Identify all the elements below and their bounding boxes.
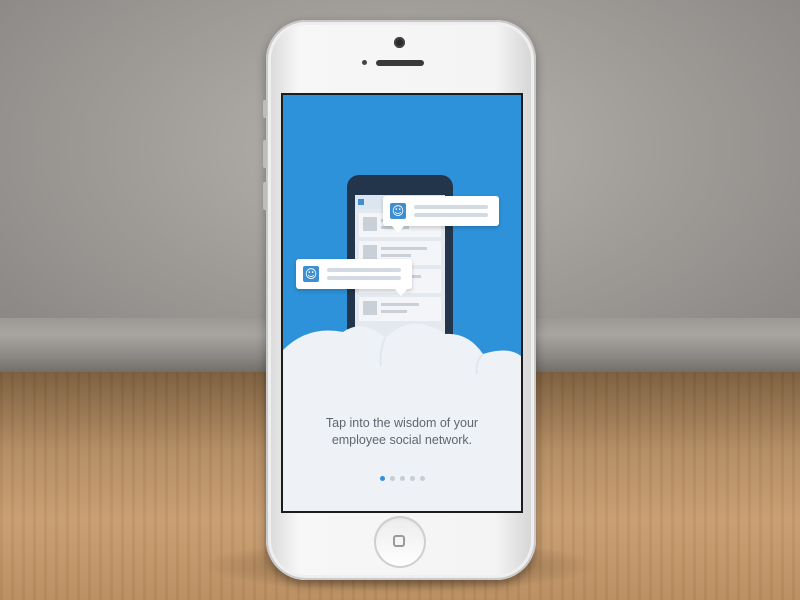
chat-bubble-tail bbox=[394, 288, 408, 296]
chat-bubble: ☺ bbox=[383, 196, 499, 233]
illustration-avatar-placeholder bbox=[363, 245, 377, 259]
proximity-sensor bbox=[362, 60, 367, 65]
chat-text-line bbox=[327, 276, 401, 280]
mute-switch bbox=[263, 100, 267, 118]
illustration-text-line bbox=[381, 303, 419, 306]
app-screen: ☺ ☺ Tap into the wisdom of your employee… bbox=[281, 93, 523, 513]
chat-bubble: ☺ bbox=[296, 259, 412, 296]
tagline-line-1: Tap into the wisdom of your bbox=[325, 416, 479, 430]
smiley-icon: ☺ bbox=[303, 266, 319, 282]
page-indicator[interactable] bbox=[283, 476, 521, 481]
illustration-text-line bbox=[381, 254, 411, 257]
illustration-text-line bbox=[381, 310, 407, 313]
earpiece-speaker bbox=[376, 60, 424, 66]
volume-up-button bbox=[263, 140, 267, 168]
home-square-icon bbox=[393, 535, 405, 547]
illustration-avatar-placeholder bbox=[363, 301, 377, 315]
page-dot-1[interactable] bbox=[379, 476, 385, 481]
chat-text-line bbox=[327, 268, 401, 272]
chat-text-line bbox=[414, 213, 488, 217]
page-dot-5[interactable] bbox=[419, 476, 425, 481]
onboarding-tagline: Tap into the wisdom of your employee soc… bbox=[283, 415, 521, 449]
phone-device: ☺ ☺ Tap into the wisdom of your employee… bbox=[263, 20, 536, 580]
smiley-icon: ☺ bbox=[390, 203, 406, 219]
illustration-avatar-placeholder bbox=[363, 217, 377, 231]
front-camera bbox=[394, 37, 405, 48]
page-dot-2[interactable] bbox=[389, 476, 395, 481]
home-button[interactable] bbox=[374, 516, 426, 568]
volume-down-button bbox=[263, 182, 267, 210]
page-dot-4[interactable] bbox=[409, 476, 415, 481]
page-dot-3[interactable] bbox=[399, 476, 405, 481]
tagline-line-2: employee social network. bbox=[331, 433, 473, 447]
illustration-menu-icon bbox=[358, 199, 364, 205]
chat-text-line bbox=[414, 205, 488, 209]
illustration-feed-item bbox=[359, 297, 441, 321]
illustration-text-line bbox=[381, 247, 427, 250]
chat-bubble-tail bbox=[391, 225, 405, 233]
